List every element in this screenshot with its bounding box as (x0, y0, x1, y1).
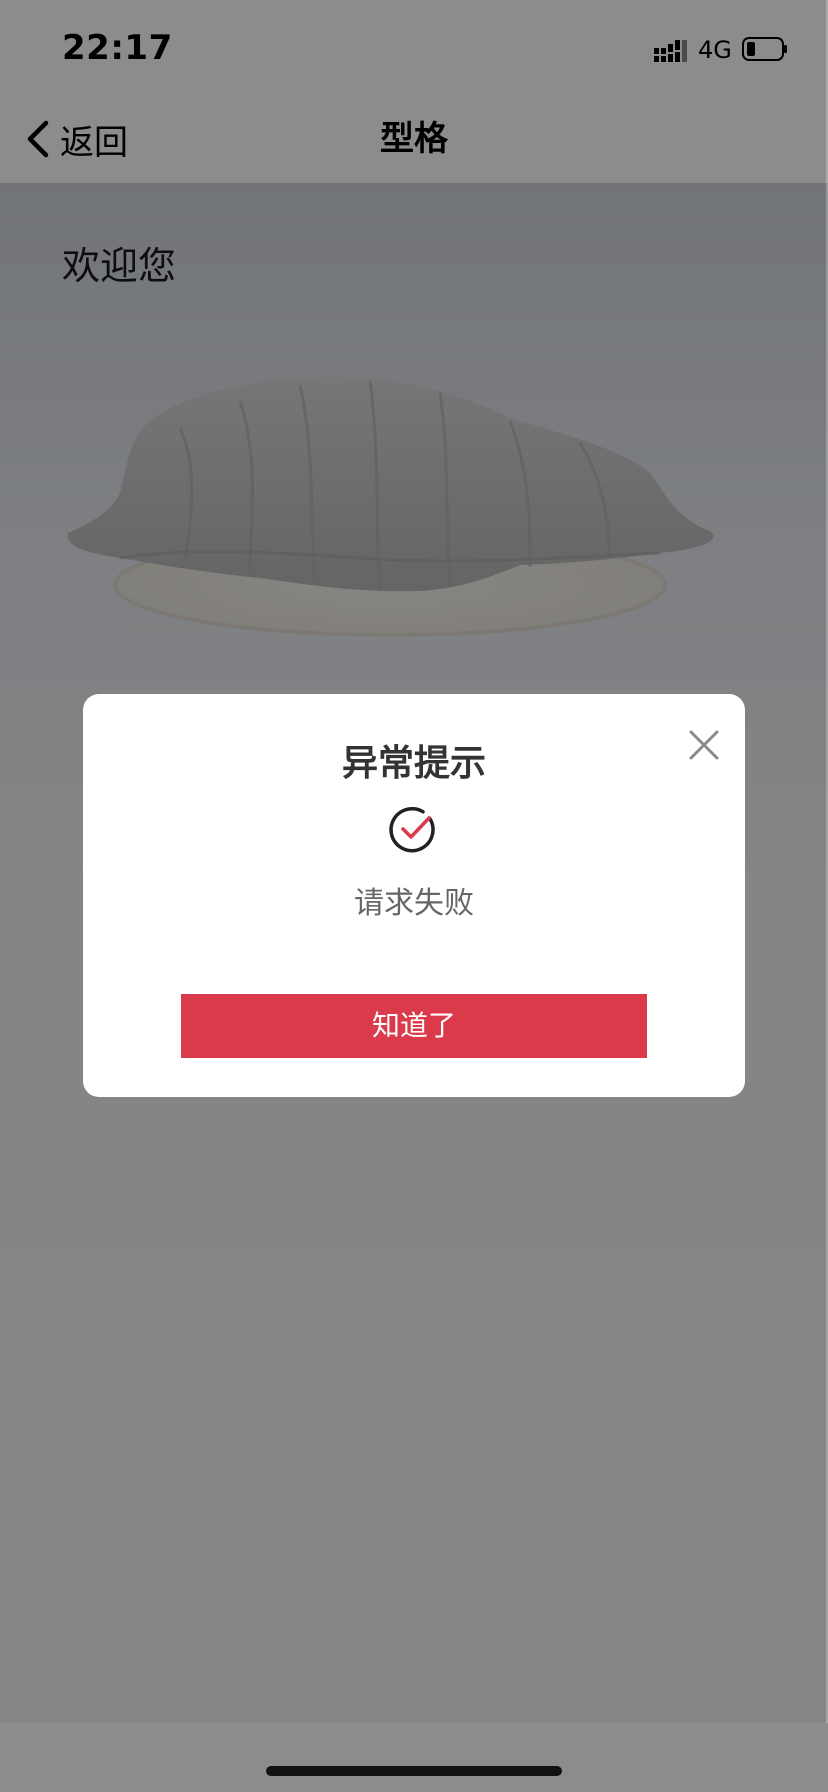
check-circle-icon (389, 806, 435, 853)
screen: 22:17 4G 返回 型格 欢迎您 异常提示 请求失败 知道了 (0, 0, 828, 1792)
dialog-title: 异常提示 (341, 743, 486, 784)
close-icon[interactable] (683, 724, 725, 766)
dialog-message: 请求失败 (354, 886, 474, 921)
error-dialog: 异常提示 请求失败 知道了 (83, 694, 745, 1097)
home-indicator[interactable] (266, 1766, 562, 1776)
confirm-button[interactable]: 知道了 (181, 994, 647, 1058)
